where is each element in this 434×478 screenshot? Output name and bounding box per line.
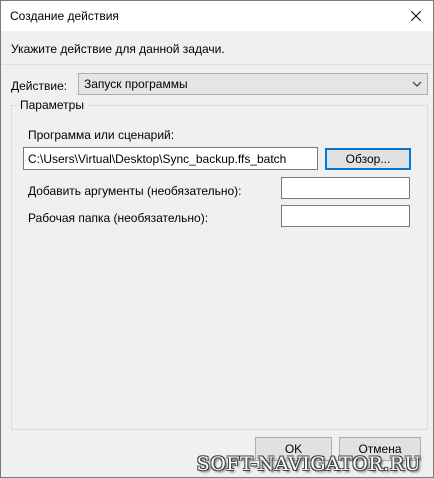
- dialog-window: Создание действия Укажите действие для д…: [0, 0, 434, 478]
- chevron-down-icon: [412, 81, 422, 87]
- arguments-input[interactable]: [281, 177, 410, 199]
- close-icon: [411, 11, 421, 21]
- parameters-legend: Параметры: [17, 98, 88, 112]
- window-title: Создание действия: [10, 9, 119, 23]
- working-dir-input[interactable]: [281, 205, 410, 227]
- browse-button[interactable]: Обзор...: [325, 148, 411, 170]
- program-label: Программа или сценарий:: [28, 128, 175, 142]
- action-select[interactable]: Запуск программы: [78, 73, 428, 95]
- title-bar[interactable]: Создание действия: [1, 1, 433, 31]
- working-dir-label: Рабочая папка (необязательно):: [28, 211, 209, 225]
- action-select-value: Запуск программы: [84, 77, 188, 91]
- action-label: Действие:: [11, 79, 68, 93]
- instruction-text: Укажите действие для данной задачи.: [11, 42, 225, 56]
- program-input[interactable]: [23, 147, 318, 170]
- watermark: SOFT-NAVIGATOR.RU: [196, 453, 421, 475]
- close-button[interactable]: [399, 1, 433, 31]
- arguments-label: Добавить аргументы (необязательно):: [28, 184, 242, 198]
- header-divider: [1, 64, 433, 65]
